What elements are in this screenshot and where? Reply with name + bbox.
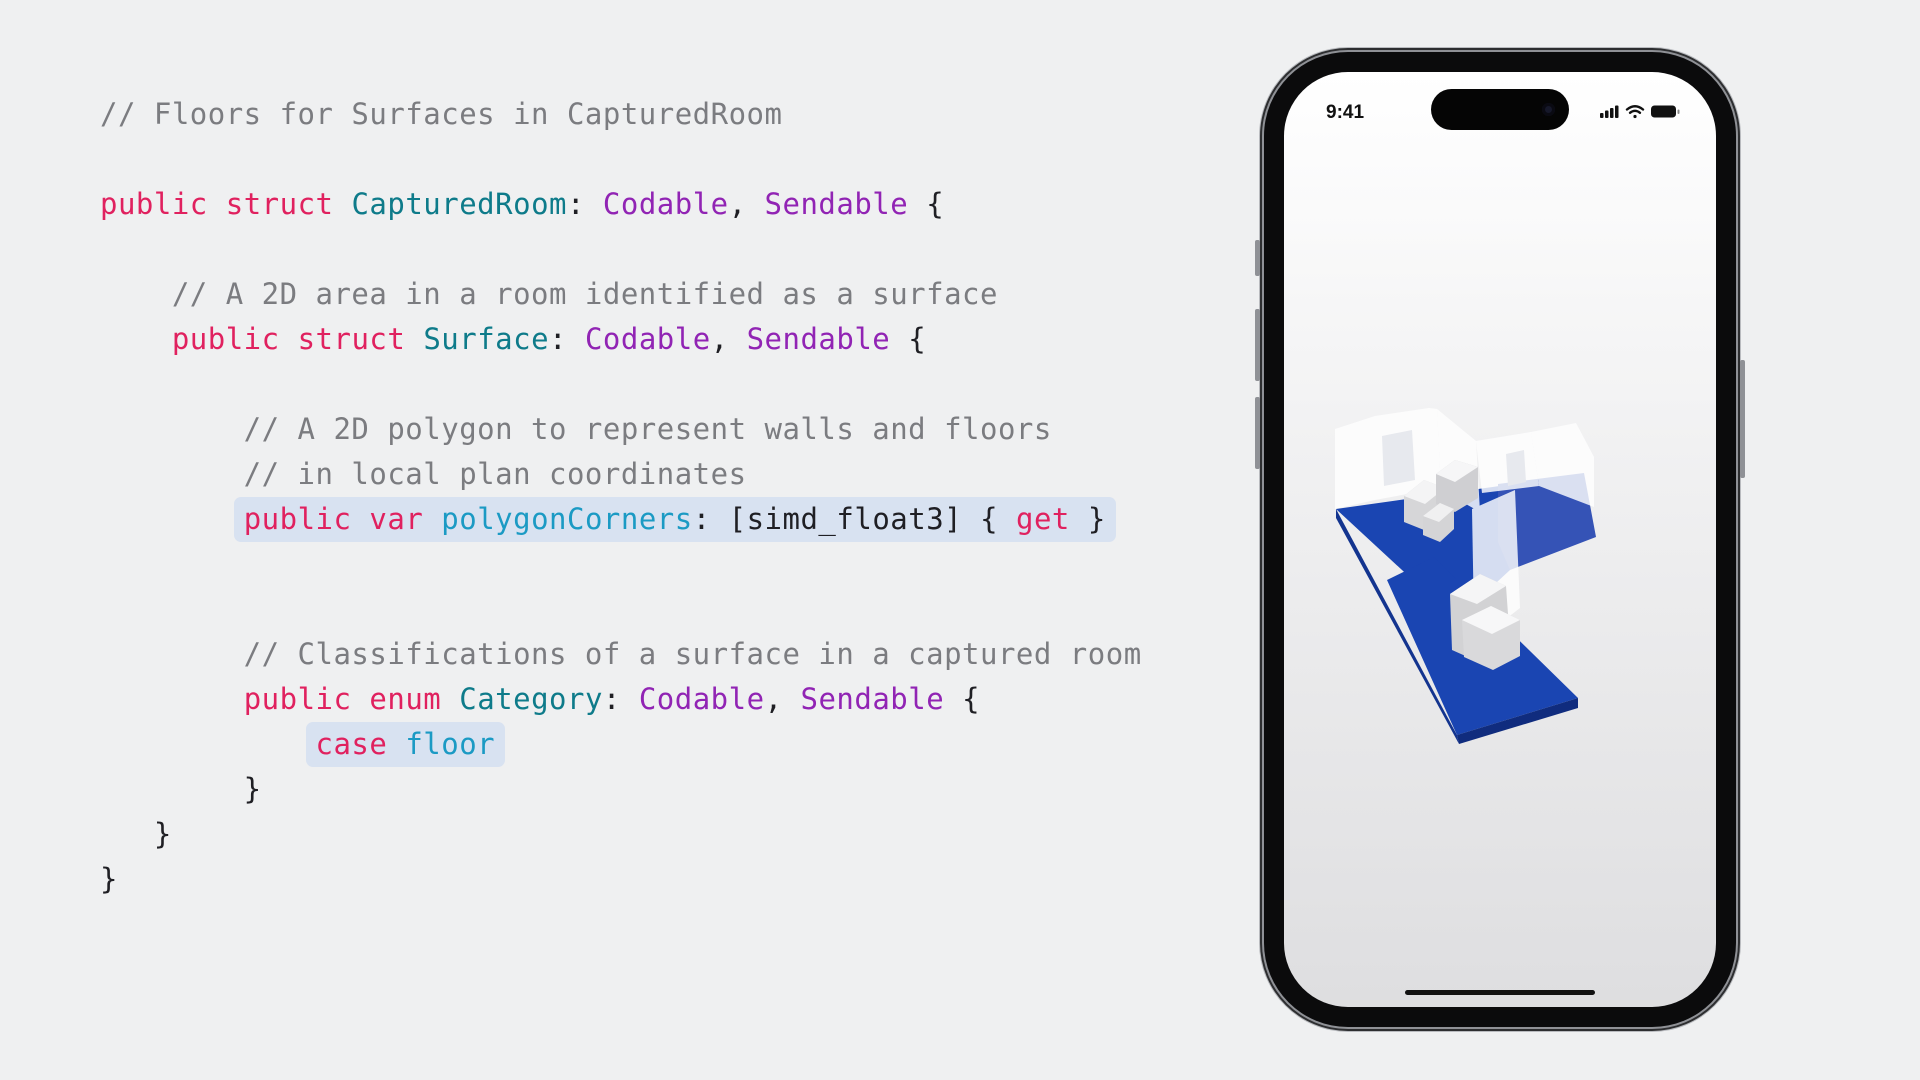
code-line: // A 2D polygon to represent walls and f… [100, 407, 1142, 452]
code-line: public struct Surface: Codable, Sendable… [100, 317, 1142, 362]
code-token-keyword: public [171, 322, 280, 356]
phone-screen: 9:41 [1284, 72, 1716, 1007]
code-token-keyword: public [243, 682, 352, 716]
code-token-proto: Sendable [764, 187, 909, 221]
code-token-keyword: struct [297, 322, 406, 356]
code-token-comment: // A 2D area in a room identified as a s… [100, 277, 998, 311]
code-line: case floor [100, 722, 1142, 767]
code-token-plain: : [549, 322, 585, 356]
code-token-comment: // A 2D polygon to represent walls and f… [100, 412, 1052, 446]
code-token-keyword: case [315, 727, 388, 761]
code-token-keyword: enum [369, 682, 442, 716]
code-token-proto: Codable [638, 682, 765, 716]
code-line: } [100, 857, 1142, 902]
code-token-plain: , [764, 682, 801, 716]
code-token-plain: { [944, 682, 981, 716]
code-token-plain: } [100, 772, 262, 806]
code-token-keyword: var [369, 502, 424, 536]
code-token-plain: : [simd_float3] { [692, 502, 1016, 536]
code-line: public var polygonCorners: [simd_float3]… [100, 497, 1142, 542]
power-button [1740, 360, 1745, 478]
code-token-type: Surface [423, 322, 550, 356]
code-token-comment: // Floors for Surfaces in CapturedRoom [100, 97, 783, 131]
code-token-comment: // Classifications of a surface in a cap… [100, 637, 1142, 671]
room-3d-model [1335, 408, 1596, 744]
code-token-plain: } [100, 817, 172, 851]
code-token-plain: : [602, 682, 639, 716]
code-token-plain: , [710, 322, 747, 356]
code-token-keyword: public [100, 187, 208, 221]
code-line: // in local plan coordinates [100, 452, 1142, 497]
code-token-proto: Sendable [800, 682, 945, 716]
code-token-keyword: public [243, 502, 352, 536]
home-indicator [1405, 990, 1595, 995]
code-token-prop: floor [405, 727, 496, 761]
code-line: public struct CapturedRoom: Codable, Sen… [100, 182, 1142, 227]
code-token-prop: polygonCorners [441, 502, 693, 536]
code-line: public enum Category: Codable, Sendable … [100, 677, 1142, 722]
code-token-plain: : [566, 187, 603, 221]
code-line: } [100, 812, 1142, 857]
volume-up-button [1255, 309, 1260, 381]
code-snippet: // Floors for Surfaces in CapturedRoom pu… [100, 92, 1142, 902]
code-line: // Floors for Surfaces in CapturedRoom [100, 92, 1142, 137]
code-token-plain: } [1069, 502, 1106, 536]
code-token-comment: // in local plan coordinates [100, 457, 747, 491]
code-token-proto: Sendable [746, 322, 891, 356]
iphone-mockup: 9:41 [1255, 52, 1745, 1027]
code-line: } [100, 767, 1142, 812]
code-token-proto: Codable [602, 187, 729, 221]
code-line: // A 2D area in a room identified as a s… [100, 272, 1142, 317]
code-token-plain: } [100, 862, 118, 896]
code-token-plain: { [890, 322, 927, 356]
code-token-keyword: struct [225, 187, 334, 221]
code-token-keyword: get [1016, 502, 1070, 536]
code-token-proto: Codable [584, 322, 711, 356]
action-button [1255, 240, 1260, 276]
code-token-type: Category [459, 682, 603, 716]
volume-down-button [1255, 397, 1260, 469]
code-token-plain: { [908, 187, 945, 221]
code-token-type: CapturedRoom [351, 187, 567, 221]
code-line: // Classifications of a surface in a cap… [100, 632, 1142, 677]
code-token-plain: , [728, 187, 765, 221]
